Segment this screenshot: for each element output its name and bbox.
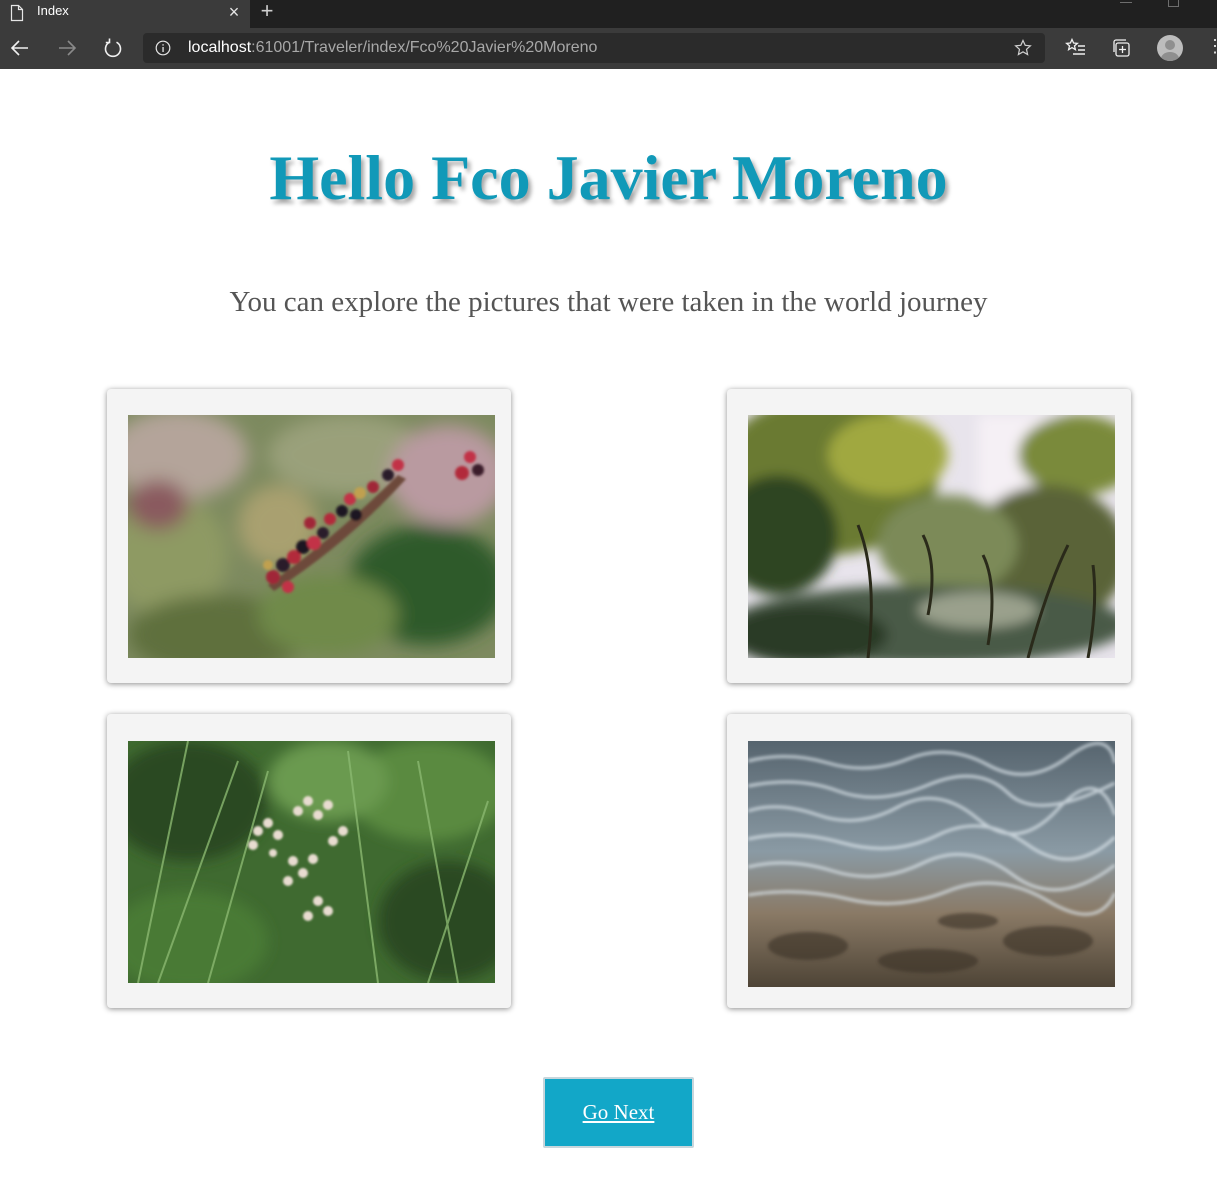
info-icon[interactable] [155,40,171,56]
url-host: localhost [188,39,252,56]
more-icon[interactable]: ⋮ [1206,36,1217,60]
minimize-icon[interactable] [1120,2,1132,3]
back-arrow-icon[interactable] [8,36,32,60]
address-bar[interactable]: localhost:61001/Traveler/index/Fco%20Jav… [143,33,1045,63]
tab-strip: Index × + [0,0,1217,28]
url-text[interactable]: localhost:61001/Traveler/index/Fco%20Jav… [188,39,597,57]
page-title: Hello Fco Javier Moreno [269,142,948,213]
water-photo [748,741,1115,987]
photo-card [727,389,1131,683]
favorites-icon[interactable] [1064,36,1088,60]
new-tab-icon[interactable]: + [255,0,279,24]
go-next-button[interactable]: Go Next [543,1077,694,1148]
page-subtitle: You can explore the pictures that were t… [229,286,988,318]
close-icon[interactable]: × [225,3,243,21]
browser-tab[interactable]: Index × [0,0,250,28]
forward-arrow-icon[interactable] [55,36,79,60]
photo-card [107,389,511,683]
reload-icon[interactable] [101,36,125,60]
tab-title: Index [37,3,69,18]
browser-toolbar: localhost:61001/Traveler/index/Fco%20Jav… [0,28,1217,69]
trees-photo [748,415,1115,658]
profile-avatar-icon[interactable] [1157,35,1183,61]
maximize-icon[interactable] [1168,0,1179,7]
blackberries-photo [128,415,495,658]
photo-card [107,714,511,1008]
wildflowers-photo [128,741,495,983]
url-path: :61001/Traveler/index/Fco%20Javier%20Mor… [251,39,598,56]
page-icon [10,4,24,22]
add-favorite-star-icon[interactable] [1014,39,1032,57]
collections-icon[interactable] [1110,36,1134,60]
photo-card [727,714,1131,1008]
